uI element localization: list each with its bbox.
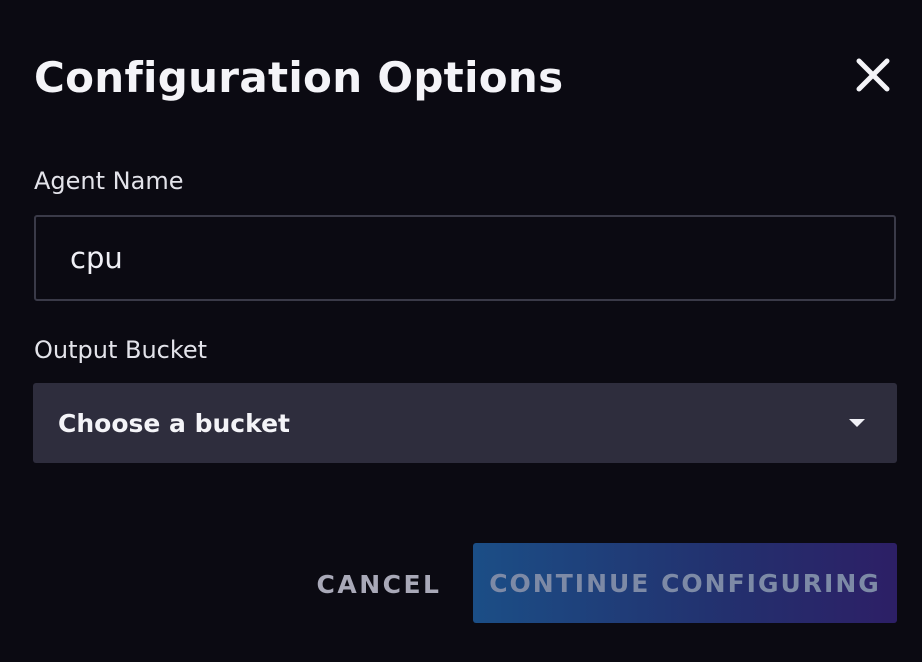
close-button[interactable] [850, 54, 896, 100]
agent-name-label: Agent Name [34, 167, 184, 195]
continue-configuring-button[interactable]: CONTINUE CONFIGURING [473, 543, 897, 623]
configuration-dialog: Configuration Options Agent Name cpu Out… [0, 0, 922, 662]
cancel-button[interactable]: CANCEL [300, 545, 458, 623]
caret-down-icon [849, 419, 865, 427]
output-bucket-selected: Choose a bucket [58, 408, 290, 438]
output-bucket-select[interactable]: Choose a bucket [33, 383, 897, 463]
output-bucket-label: Output Bucket [34, 336, 208, 364]
dialog-title: Configuration Options [34, 53, 564, 102]
close-icon [855, 57, 891, 97]
agent-name-input[interactable]: cpu [34, 215, 896, 301]
agent-name-value: cpu [70, 241, 123, 275]
